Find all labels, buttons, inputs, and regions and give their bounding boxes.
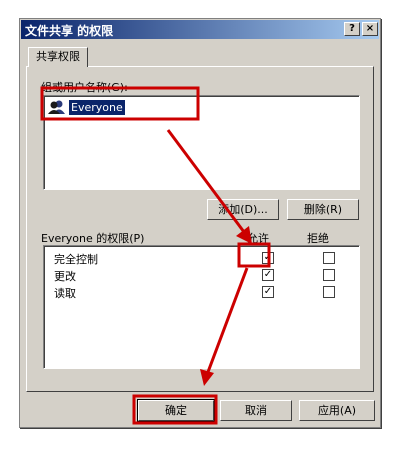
cancel-button[interactable]: 取消 — [220, 400, 292, 421]
users-listbox[interactable]: Everyone — [43, 95, 360, 190]
close-button[interactable]: × — [362, 22, 378, 36]
title-bar[interactable]: 文件共享 的权限 ? × — [21, 20, 379, 39]
list-item-everyone[interactable]: Everyone — [47, 99, 356, 116]
allow-header: 允许 — [247, 232, 269, 245]
permission-name: 完全控制 — [54, 253, 98, 266]
user-group-icon — [48, 99, 66, 115]
permission-name: 更改 — [54, 270, 76, 283]
permissions-label: Everyone 的权限(P) — [41, 232, 145, 245]
read-allow-checkbox[interactable]: ✓ — [262, 286, 274, 298]
permission-row-full-control: 完全控制 ✓ — [54, 250, 374, 266]
permissions-dialog: 文件共享 的权限 ? × 共享权限 组或用户名称(G): Everyone 添加… — [19, 18, 381, 428]
tab-share-permissions[interactable]: 共享权限 — [28, 47, 88, 67]
change-deny-checkbox[interactable] — [323, 269, 335, 281]
read-deny-checkbox[interactable] — [323, 286, 335, 298]
full-control-deny-checkbox[interactable] — [323, 252, 335, 264]
full-control-allow-checkbox[interactable]: ✓ — [262, 252, 274, 264]
remove-button[interactable]: 删除(R) — [287, 199, 359, 220]
add-button[interactable]: 添加(D)... — [207, 199, 279, 220]
permission-row-read: 读取 ✓ — [54, 284, 374, 300]
permission-name: 读取 — [54, 287, 76, 300]
permissions-list: 完全控制 ✓ 更改 ✓ 读取 ✓ — [43, 245, 360, 369]
ok-button[interactable]: 确定 — [137, 399, 215, 422]
window-title: 文件共享 的权限 — [25, 24, 114, 38]
tab-panel: 组或用户名称(G): Everyone 添加(D)... 删除(R) Every… — [26, 66, 374, 392]
change-allow-checkbox[interactable]: ✓ — [262, 269, 274, 281]
users-label: 组或用户名称(G): — [41, 81, 128, 94]
help-button[interactable]: ? — [344, 22, 360, 36]
permission-row-change: 更改 ✓ — [54, 267, 374, 283]
apply-button[interactable]: 应用(A) — [299, 400, 375, 421]
deny-header: 拒绝 — [307, 232, 329, 245]
user-name: Everyone — [69, 100, 125, 115]
